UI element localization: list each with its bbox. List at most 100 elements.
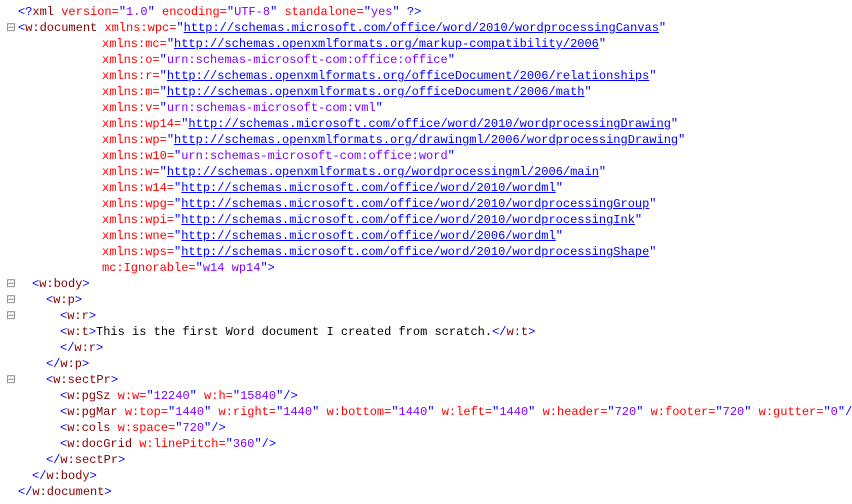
code-line: ⊟<w:p> (4, 292, 848, 308)
xml-close: > (528, 325, 535, 339)
xml-attr: xmlns:v (102, 101, 152, 115)
code-line: xmlns:wne="http://schemas.microsoft.com/… (4, 228, 848, 244)
code-line: </w:p> (4, 356, 848, 372)
fold-toggle-icon[interactable]: ⊟ (4, 276, 18, 292)
code-content: <w:cols w:space="720"/> (18, 420, 226, 436)
code-line: </w:body> (4, 468, 848, 484)
xml-close: > (96, 341, 103, 355)
code-content: xmlns:wne="http://schemas.microsoft.com/… (18, 228, 563, 244)
code-line: <w:t>This is the first Word document I c… (4, 324, 848, 340)
xml-quote: " (160, 69, 167, 83)
xml-eq: = (167, 229, 174, 243)
xml-url-value[interactable]: http://schemas.openxmlformats.org/markup… (174, 37, 599, 51)
xml-quote: " (167, 133, 174, 147)
xml-quote: " (148, 5, 155, 19)
fold-toggle-icon[interactable]: ⊟ (4, 20, 18, 36)
xml-attr: w:gutter (751, 405, 816, 419)
xml-quote: " (599, 165, 606, 179)
xml-tag: w:r (67, 309, 89, 323)
xml-url-value[interactable]: http://schemas.openxmlformats.org/office… (167, 85, 585, 99)
xml-url-value[interactable]: http://schemas.microsoft.com/office/word… (181, 229, 555, 243)
xml-quote: " (607, 405, 614, 419)
xml-quote: " (233, 389, 240, 403)
xml-attr-value: 720 (615, 405, 637, 419)
xml-attr-value: urn:schemas-microsoft-com:office:office (167, 53, 448, 67)
code-line: ⊟<w:r> (4, 308, 848, 324)
code-line: <w:cols w:space="720"/> (4, 420, 848, 436)
xml-attr: xmlns:wp (102, 133, 160, 147)
xml-attr: xmlns:mc (102, 37, 160, 51)
xml-attr-value: UTF-8 (234, 5, 270, 19)
xml-close: > (111, 373, 118, 387)
xml-url-value[interactable]: http://schemas.openxmlformats.org/wordpr… (167, 165, 599, 179)
fold-toggle-icon[interactable]: ⊟ (4, 292, 18, 308)
xml-attr-value: 1.0 (126, 5, 148, 19)
code-content: xmlns:r="http://schemas.openxmlformats.o… (18, 68, 657, 84)
xml-attr: w:space (110, 421, 168, 435)
xml-close: > (104, 485, 111, 499)
xml-url-value[interactable]: http://schemas.openxmlformats.org/office… (167, 69, 649, 83)
fold-toggle-icon[interactable]: ⊟ (4, 372, 18, 388)
xml-attr: xmlns:wpg (102, 197, 167, 211)
xml-quote: " (391, 405, 398, 419)
xml-attr: standalone (277, 5, 356, 19)
xml-tag: w:r (74, 341, 96, 355)
xml-eq: = (167, 149, 174, 163)
xml-url-value[interactable]: http://schemas.microsoft.com/office/word… (181, 181, 555, 195)
code-content: <w:pgSz w:w="12240" w:h="15840"/> (18, 388, 298, 404)
xml-eq: = (152, 69, 159, 83)
code-line: xmlns:mc="http://schemas.openxmlformats.… (4, 36, 848, 52)
xml-quote: " (678, 133, 685, 147)
xml-url-value[interactable]: http://schemas.microsoft.com/office/word… (188, 117, 670, 131)
xml-url-value[interactable]: http://schemas.microsoft.com/office/word… (184, 21, 659, 35)
xml-quote: " (227, 5, 234, 19)
code-content: xmlns:v="urn:schemas-microsoft-com:vml" (18, 100, 383, 116)
xml-quote: " (190, 389, 197, 403)
xml-url-value[interactable]: http://schemas.openxmlformats.org/drawin… (174, 133, 678, 147)
xml-close: > (75, 293, 82, 307)
xml-attr-value: 720 (182, 421, 204, 435)
xml-attr: xmlns:r (102, 69, 152, 83)
xml-pi-open: <? (18, 5, 32, 19)
xml-root: w:document (25, 21, 97, 35)
xml-url-value[interactable]: http://schemas.microsoft.com/office/word… (181, 213, 635, 227)
xml-open: </ (18, 485, 32, 499)
code-content: </w:r> (18, 340, 103, 356)
xml-quote: " (160, 53, 167, 67)
xml-attr-value: 1440 (499, 405, 528, 419)
xml-close: > (82, 357, 89, 371)
xml-url-value[interactable]: http://schemas.microsoft.com/office/word… (181, 245, 649, 259)
xml-close: > (89, 309, 96, 323)
xml-quote: " (260, 261, 267, 275)
xml-eq: = (220, 5, 227, 19)
fold-toggle-icon[interactable]: ⊟ (4, 308, 18, 324)
xml-attr: w:w (110, 389, 139, 403)
code-line: <w:pgMar w:top="1440" w:right="1440" w:b… (4, 404, 848, 420)
code-line: <w:pgSz w:w="12240" w:h="15840"/> (4, 388, 848, 404)
xml-quote: " (160, 165, 167, 179)
xml-open: </ (46, 357, 60, 371)
xml-quote: " (556, 181, 563, 195)
xml-attr: w:bottom (319, 405, 384, 419)
code-content: </w:document> (18, 484, 112, 500)
xml-quote: " (196, 261, 203, 275)
code-content: xmlns:o="urn:schemas-microsoft-com:offic… (18, 52, 455, 68)
xml-url-value[interactable]: http://schemas.microsoft.com/office/word… (181, 197, 649, 211)
xml-quote: " (838, 405, 845, 419)
xml-eq: = (160, 133, 167, 147)
xml-attr: mc:Ignorable (102, 261, 188, 275)
xml-attr: xmlns:w (102, 165, 152, 179)
xml-open: </ (46, 453, 60, 467)
xml-quote: " (160, 85, 167, 99)
xml-quote: " (427, 405, 434, 419)
code-line: mc:Ignorable="w14 wp14"> (4, 260, 848, 276)
xml-attr: xmlns:w14 (102, 181, 167, 195)
code-content: <w:body> (18, 276, 90, 292)
code-line: xmlns:v="urn:schemas-microsoft-com:vml" (4, 100, 848, 116)
xml-tag: w:t (67, 325, 89, 339)
code-content: </w:sectPr> (18, 452, 125, 468)
code-line: <w:docGrid w:linePitch="360"/> (4, 436, 848, 452)
code-content: xmlns:wp14="http://schemas.microsoft.com… (18, 116, 678, 132)
xml-close: > (89, 325, 96, 339)
code-content: xmlns:w10="urn:schemas-microsoft-com:off… (18, 148, 455, 164)
